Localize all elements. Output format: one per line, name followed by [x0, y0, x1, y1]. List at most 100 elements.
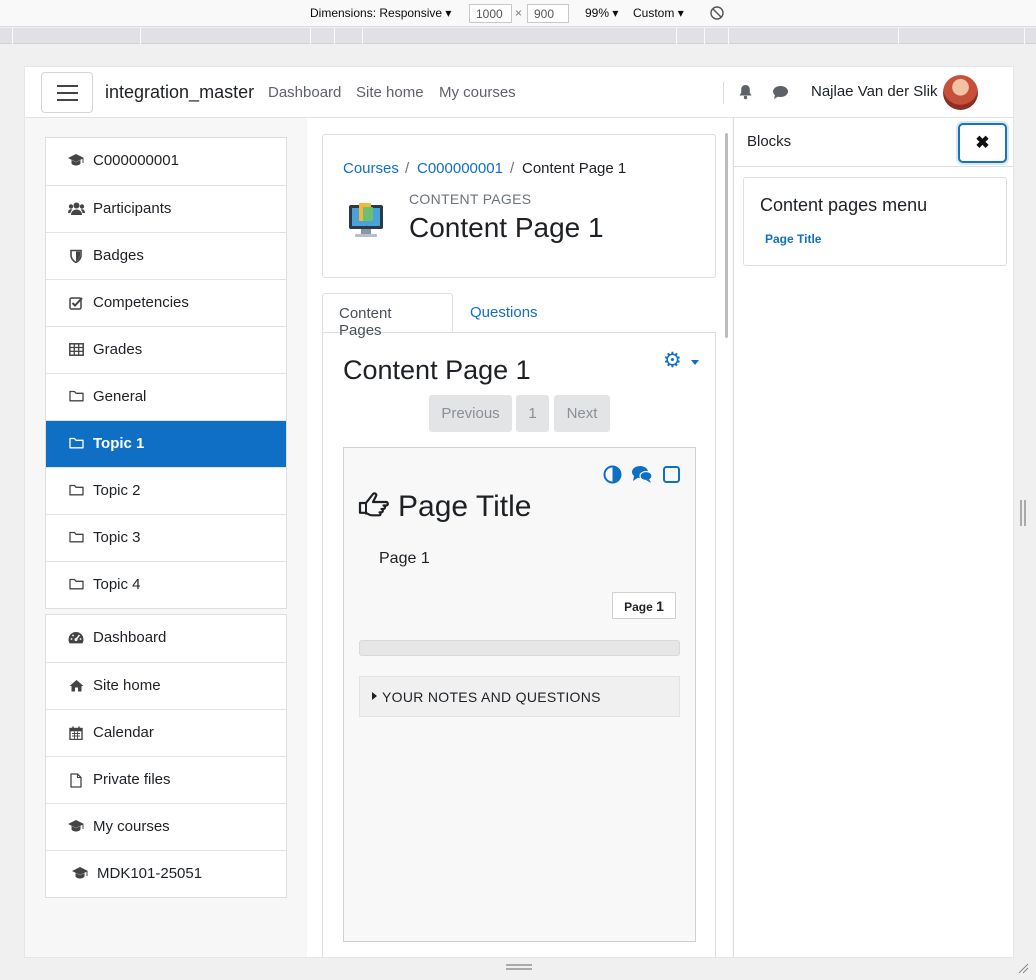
nav-drawer: C000000001 Participants Badges Competencies… — [45, 137, 287, 903]
sidebar-item-topic-3[interactable]: Topic 3 — [46, 514, 286, 561]
breadcrumb-current: Content Page 1 — [522, 160, 627, 177]
sidebar-item-my-courses[interactable]: My courses — [46, 803, 286, 850]
sidebar-item-label: Badges — [93, 247, 144, 264]
devtools-responsive-bar: Dimensions: Responsive ▾ 1000 × 900 99% … — [0, 0, 1036, 27]
sidebar-item-topic-1[interactable]: Topic 1 — [46, 420, 286, 467]
drawer-toggle-button[interactable] — [41, 72, 93, 113]
bell-icon[interactable] — [738, 84, 753, 105]
user-name[interactable]: Najlae Van der Slik — [811, 83, 937, 100]
rotate-icon[interactable] — [709, 5, 725, 24]
sidebar-item-label: Calendar — [93, 724, 154, 741]
avatar[interactable] — [943, 75, 978, 110]
course-nav-group: C000000001 Participants Badges Competencies… — [45, 137, 287, 609]
comments-icon[interactable] — [631, 465, 653, 484]
height-input[interactable]: 900 — [527, 4, 569, 23]
sidebar-item-badges[interactable]: Badges — [46, 232, 286, 279]
folder-icon — [68, 484, 84, 498]
breadcrumb-course[interactable]: C000000001 — [417, 160, 503, 177]
notes-questions-label: YOUR NOTES AND QUESTIONS — [382, 689, 601, 705]
contrast-icon[interactable] — [603, 465, 622, 484]
blocks-drawer: Blocks ✖ Content pages menu Page Title — [733, 118, 1013, 957]
graduation-cap-icon — [72, 867, 88, 881]
checkbox-icon[interactable] — [662, 465, 681, 484]
sidebar-item-label: Topic 1 — [93, 435, 145, 452]
sidebar-item-label: Dashboard — [93, 629, 167, 646]
content-page-heading: Content Page 1 — [343, 355, 531, 385]
sidebar-item-topic-2[interactable]: Topic 2 — [46, 467, 286, 514]
zoom-dropdown[interactable]: 99% ▾ — [585, 6, 618, 20]
breadcrumb-separator: / — [405, 160, 410, 177]
close-icon: ✖ — [975, 133, 990, 152]
sidebar-item-dashboard[interactable]: Dashboard — [46, 615, 286, 662]
sidebar-item-general[interactable]: General — [46, 373, 286, 420]
sidebar-item-label: Topic 4 — [93, 576, 141, 593]
caret-down-icon — [691, 360, 699, 365]
nav-link-site-home[interactable]: Site home — [356, 84, 424, 101]
breadcrumb-courses[interactable]: Courses — [343, 160, 399, 177]
content-pages-module-icon — [347, 199, 385, 239]
resize-handle-bottom[interactable] — [506, 964, 532, 970]
top-navbar: integration_master Dashboard Site home M… — [25, 67, 1013, 118]
caret-right-icon — [372, 692, 377, 700]
previous-button[interactable]: Previous — [429, 395, 512, 432]
sidebar-item-label: Site home — [93, 677, 161, 694]
notes-questions-toggle[interactable]: YOUR NOTES AND QUESTIONS — [359, 676, 680, 717]
zoom-label: 99% — [585, 6, 610, 20]
page-badge-number: 1 — [656, 598, 664, 614]
sidebar-item-label: General — [93, 388, 147, 405]
resize-handle-side[interactable] — [1020, 500, 1026, 526]
sidebar-item-topic-4[interactable]: Topic 4 — [46, 561, 286, 608]
nav-link-my-courses[interactable]: My courses — [439, 84, 516, 101]
settings-menu-button[interactable]: ⚙ — [663, 350, 701, 372]
dimensions-dropdown[interactable]: Dimensions: Responsive ▾ — [310, 6, 451, 20]
block-title: Content pages menu — [760, 195, 928, 215]
shield-icon — [68, 249, 84, 264]
chat-icon[interactable] — [772, 85, 789, 105]
sidebar-item-mdk101-25051[interactable]: MDK101-25051 — [46, 850, 286, 897]
page-title-text: Page Title — [398, 490, 532, 523]
content-pages-menu-block: Content pages menu Page Title — [743, 177, 1007, 266]
blocks-header: Blocks ✖ — [734, 118, 1013, 167]
next-button[interactable]: Next — [554, 395, 610, 432]
file-icon — [68, 773, 84, 788]
table-icon — [68, 343, 84, 357]
sidebar-item-grades[interactable]: Grades — [46, 326, 286, 373]
sidebar-item-participants[interactable]: Participants — [46, 185, 286, 232]
sidebar-item-calendar[interactable]: Calendar — [46, 709, 286, 756]
page-title: Content Page 1 — [409, 212, 604, 243]
sidebar-item-label: Topic 2 — [93, 482, 141, 499]
chevron-down-icon: ▾ — [612, 6, 619, 20]
tachometer-icon — [68, 631, 84, 645]
site-name[interactable]: integration_master — [105, 82, 254, 103]
sidebar-item-competencies[interactable]: Competencies — [46, 279, 286, 326]
throttle-dropdown[interactable]: Custom ▾ — [633, 6, 684, 20]
nav-link-dashboard[interactable]: Dashboard — [268, 84, 341, 101]
gear-icon: ⚙ — [663, 349, 682, 372]
width-input[interactable]: 1000 — [469, 4, 512, 23]
block-page-title-link[interactable]: Page Title — [765, 232, 821, 246]
sidebar-item-site-home[interactable]: Site home — [46, 662, 286, 709]
folder-icon — [68, 437, 84, 451]
sidebar-item-label: MDK101-25051 — [97, 865, 203, 882]
sidebar-item-label: Competencies — [93, 294, 189, 311]
sidebar-item-c000000001[interactable]: C000000001 — [46, 138, 286, 185]
page-number-badge: Page 1 — [612, 592, 676, 619]
users-icon — [68, 202, 85, 216]
site-nav-group: Dashboard Site home Calendar Private files M… — [45, 614, 287, 898]
sidebar-item-private-files[interactable]: Private files — [46, 756, 286, 803]
hand-pointer-icon — [358, 491, 390, 519]
blocks-title: Blocks — [747, 133, 792, 150]
tab-content-pages[interactable]: Content Pages — [322, 293, 453, 339]
resize-corner-icon[interactable] — [1017, 961, 1029, 979]
tab-questions[interactable]: Questions — [454, 293, 554, 332]
sidebar-item-label: Private files — [93, 771, 171, 788]
close-blocks-button[interactable]: ✖ — [958, 123, 1007, 163]
scrollbar[interactable] — [725, 133, 728, 338]
content-page-card: Page Title Page 1 Page 1 YOUR NOTES AND … — [343, 447, 696, 942]
menu-icon-bar — [57, 92, 78, 94]
sidebar-item-label: C000000001 — [93, 152, 179, 169]
page-viewport: integration_master Dashboard Site home M… — [24, 66, 1014, 958]
chevron-down-icon: ▾ — [677, 6, 684, 20]
main-region: Courses / C000000001 / Content Page 1 CO… — [307, 118, 732, 957]
page-number-button[interactable]: 1 — [516, 395, 549, 432]
